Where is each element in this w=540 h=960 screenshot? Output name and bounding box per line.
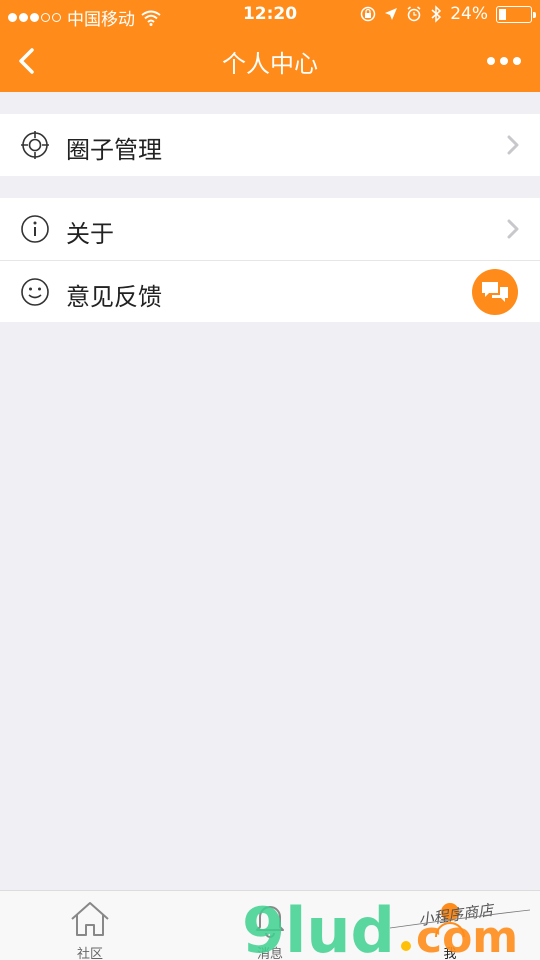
rotation-lock-icon [360, 6, 376, 22]
chat-button[interactable] [472, 269, 518, 315]
page-title: 个人中心 [222, 50, 318, 78]
tab-label: 社区 [76, 947, 103, 960]
more-menu-button[interactable] [484, 52, 524, 70]
dot-icon [487, 57, 495, 65]
menu-item-about[interactable]: 关于 [0, 198, 540, 260]
battery-percent: 24% [450, 4, 488, 24]
menu-item-feedback[interactable]: 意见反馈 [0, 260, 540, 322]
menu-item-label: 关于 [66, 220, 114, 248]
chat-bubbles-icon [482, 282, 508, 302]
alarm-icon [407, 6, 421, 22]
nav-bar: 个人中心 [0, 30, 540, 92]
menu-item-label: 意见反馈 [66, 283, 162, 311]
battery-icon [496, 5, 536, 23]
menu-group-1: 圈子管理 [0, 114, 540, 176]
tab-label: 我 [443, 947, 457, 960]
info-icon [21, 215, 49, 243]
dot-icon [500, 57, 508, 65]
menu-item-label: 圈子管理 [66, 136, 162, 164]
tab-messages[interactable]: 消息 [180, 891, 360, 960]
user-icon [435, 903, 465, 938]
chevron-right-icon [507, 219, 519, 239]
smile-icon [21, 278, 49, 306]
location-icon [385, 8, 398, 20]
status-bar: 中国移动 12:20 24% [0, 0, 540, 30]
tab-community[interactable]: 社区 [0, 891, 180, 960]
dot-icon [513, 57, 521, 65]
tab-me[interactable]: 我 [360, 891, 540, 960]
home-icon [71, 902, 109, 936]
menu-item-circle-management[interactable]: 圈子管理 [0, 114, 540, 176]
tab-bar: 社区 消息 我 [0, 890, 540, 960]
target-icon [21, 131, 49, 159]
menu-group-2: 关于 意见反馈 [0, 198, 540, 322]
tab-label: 消息 [256, 947, 283, 960]
bell-icon [256, 906, 284, 938]
bluetooth-icon [431, 5, 442, 23]
chevron-right-icon [507, 135, 519, 155]
